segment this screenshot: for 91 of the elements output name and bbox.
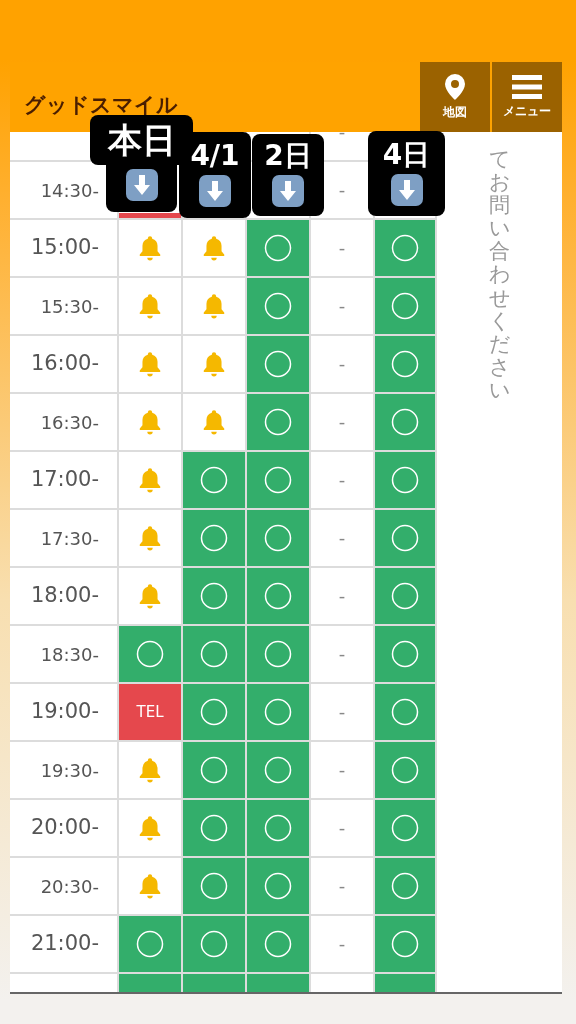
time-label: 14:30-: [40, 178, 99, 203]
menu-button[interactable]: メニュー: [492, 62, 562, 132]
bell-icon: [137, 466, 163, 494]
arrow-tab[interactable]: [106, 165, 177, 212]
circle-icon: [200, 466, 228, 494]
dash: -: [338, 236, 346, 260]
dash: -: [338, 758, 346, 782]
tel-cell[interactable]: TEL: [117, 684, 181, 740]
map-button[interactable]: 地図: [420, 62, 490, 132]
circle-icon: [264, 408, 292, 436]
time-label: 18:30-: [40, 642, 99, 667]
dash: -: [338, 700, 346, 724]
bell-icon: [201, 350, 227, 378]
circle-icon: [264, 814, 292, 842]
circle-icon: [391, 524, 419, 552]
day-label[interactable]: 4/1: [179, 132, 251, 218]
time-label: 15:00-: [30, 234, 99, 262]
time-label: 17:00-: [30, 466, 99, 494]
circle-icon: [264, 640, 292, 668]
circle-icon: [136, 640, 164, 668]
circle-icon: [264, 698, 292, 726]
bell-icon: [137, 292, 163, 320]
bell-icon: [201, 234, 227, 262]
time-label: 18:00-: [30, 582, 99, 610]
circle-icon: [391, 930, 419, 958]
dash: -: [338, 178, 346, 202]
circle-icon: [391, 582, 419, 610]
dash: -: [338, 294, 346, 318]
time-label: 20:00-: [30, 814, 99, 842]
dash: -: [338, 352, 346, 376]
circle-icon: [391, 640, 419, 668]
menu-icon: [512, 74, 542, 99]
circle-icon: [391, 814, 419, 842]
dash: -: [338, 410, 346, 434]
circle-icon: [264, 872, 292, 900]
day-label[interactable]: 4日: [368, 131, 445, 216]
time-label: 21:00-: [30, 930, 99, 958]
contact-note: てお問い合わせください: [489, 148, 510, 404]
dash: -: [338, 526, 346, 550]
bell-icon: [137, 756, 163, 784]
circle-icon: [391, 234, 419, 262]
dash: -: [338, 932, 346, 956]
bell-icon: [137, 234, 163, 262]
dash: -: [338, 132, 346, 144]
circle-icon: [264, 930, 292, 958]
dash: -: [338, 816, 346, 840]
circle-icon: [264, 234, 292, 262]
bell-icon: [201, 408, 227, 436]
bell-icon: [137, 872, 163, 900]
circle-icon: [200, 640, 228, 668]
bell-icon: [137, 408, 163, 436]
time-label: 16:30-: [40, 410, 99, 435]
circle-icon: [264, 350, 292, 378]
time-label: 16:00-: [30, 350, 99, 378]
circle-icon: [264, 524, 292, 552]
circle-icon: [391, 756, 419, 784]
circle-icon: [391, 408, 419, 436]
circle-icon: [200, 698, 228, 726]
circle-icon: [200, 872, 228, 900]
time-label: 19:30-: [40, 758, 99, 783]
dash: -: [338, 584, 346, 608]
circle-icon: [264, 292, 292, 320]
circle-icon: [200, 524, 228, 552]
circle-icon: [200, 756, 228, 784]
circle-icon: [200, 930, 228, 958]
circle-icon: [200, 582, 228, 610]
bell-icon: [201, 292, 227, 320]
circle-icon: [391, 698, 419, 726]
bell-icon: [137, 814, 163, 842]
dash: -: [338, 468, 346, 492]
time-label: 19:00-: [30, 698, 99, 726]
day-label[interactable]: 2日: [252, 134, 324, 216]
tel-cell[interactable]: [119, 213, 181, 218]
circle-icon: [200, 814, 228, 842]
map-pin-icon: [445, 73, 465, 100]
time-label: 20:30-: [40, 874, 99, 899]
dash: -: [338, 642, 346, 666]
circle-icon: [391, 350, 419, 378]
circle-icon: [264, 582, 292, 610]
circle-icon: [391, 292, 419, 320]
bell-icon: [137, 582, 163, 610]
bell-icon: [137, 524, 163, 552]
circle-icon: [391, 466, 419, 494]
dash: -: [338, 874, 346, 898]
circle-icon: [136, 930, 164, 958]
time-label: 17:30-: [40, 526, 99, 551]
time-label: 15:30-: [40, 294, 99, 319]
bell-icon: [137, 350, 163, 378]
circle-icon: [391, 872, 419, 900]
circle-icon: [264, 756, 292, 784]
circle-icon: [264, 466, 292, 494]
